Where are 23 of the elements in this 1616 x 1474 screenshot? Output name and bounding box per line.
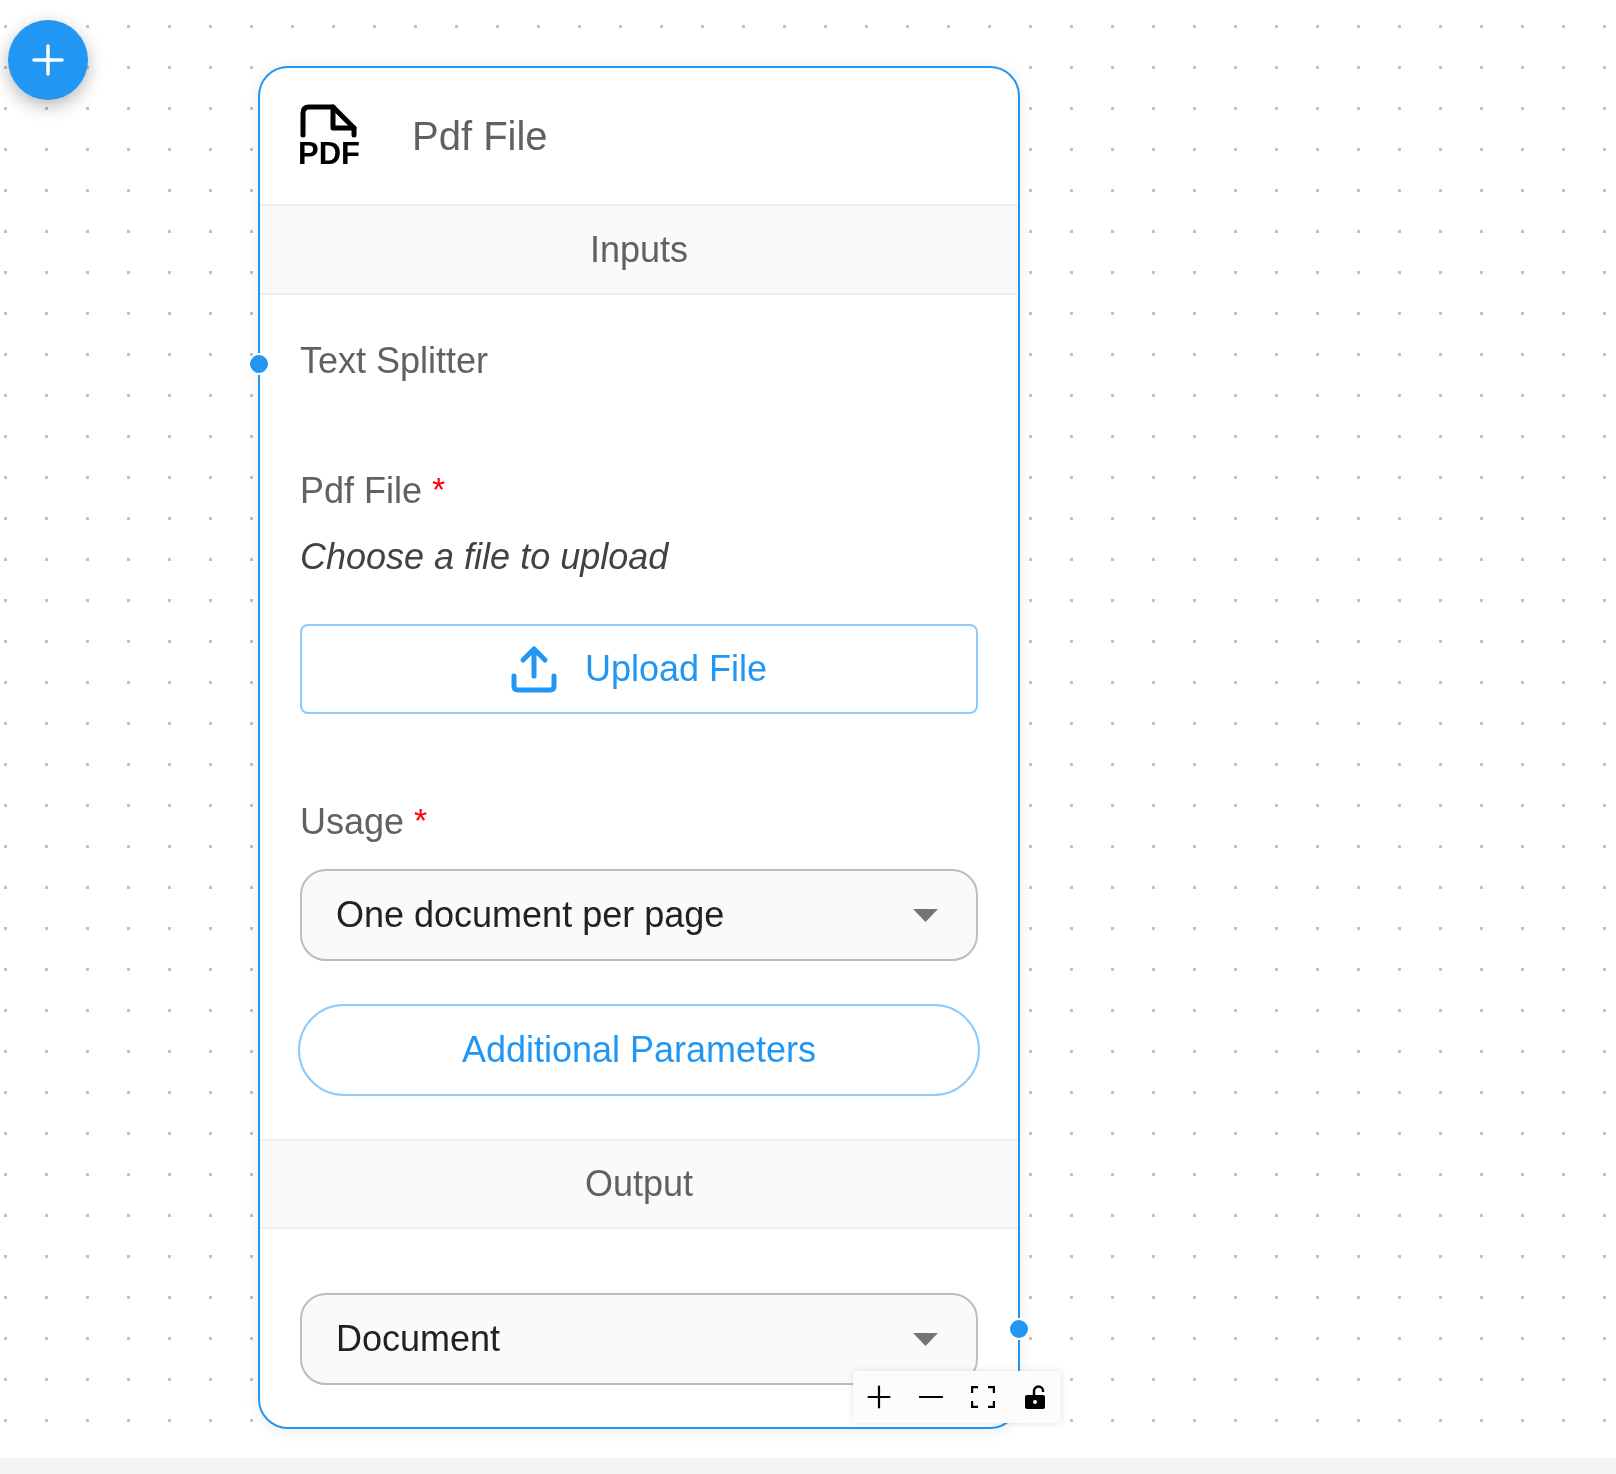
plus-icon [867, 1385, 891, 1409]
add-node-button[interactable] [8, 20, 88, 100]
required-asterisk: * [414, 800, 428, 840]
plus-icon [32, 44, 64, 76]
output-section-header: Output [260, 1139, 1018, 1229]
field-label: Usage [300, 800, 405, 844]
node-card[interactable]: PDF Pdf File Inputs Text Splitter Pdf File * Choose a file to upload Upload File Usage * One document per page Additional Parameters Output Document [258, 66, 1020, 1429]
field-label: Pdf File [300, 469, 423, 513]
node-title: Pdf File [412, 113, 548, 160]
caret-icon [913, 908, 938, 922]
inputs-section-header: Inputs [260, 204, 1018, 295]
required-asterisk: * [432, 469, 446, 509]
connection-handle[interactable] [248, 353, 270, 375]
caret-icon [913, 1332, 938, 1346]
output-type-select[interactable]: Document [300, 1293, 978, 1385]
connection-handle[interactable] [1008, 1318, 1030, 1340]
open-padlock-icon [1025, 1385, 1045, 1409]
input-anchor-label: Text Splitter [300, 339, 489, 383]
usage-select[interactable]: One document per page [300, 869, 978, 961]
fit-view-icon [971, 1386, 995, 1408]
minus-icon [919, 1395, 943, 1399]
file-upload-hint: Choose a file to upload [300, 535, 669, 579]
upload-icon [510, 645, 557, 693]
